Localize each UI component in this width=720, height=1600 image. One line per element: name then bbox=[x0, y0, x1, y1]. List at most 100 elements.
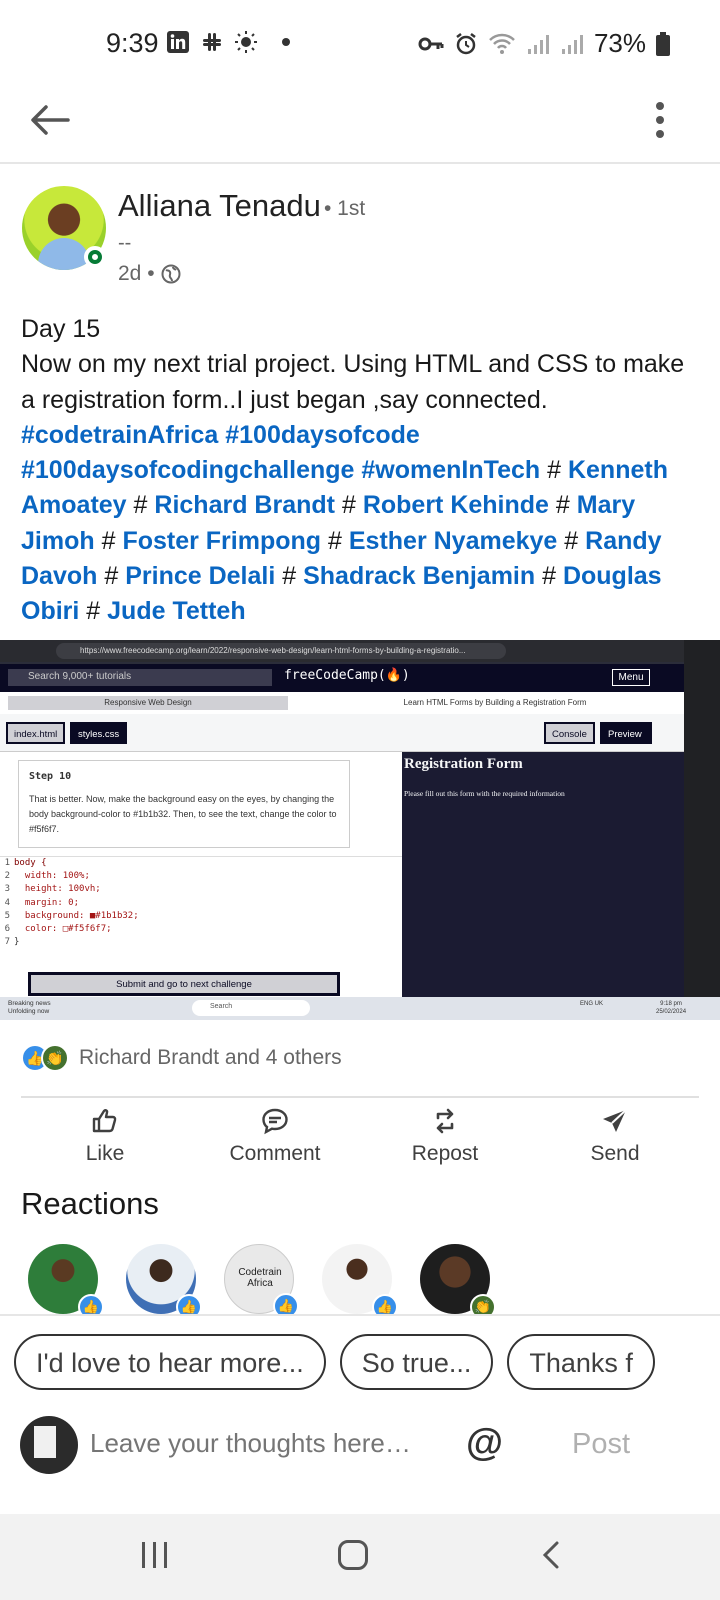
hash-symbol: # bbox=[564, 526, 579, 555]
post-body: Day 15 Now on my next trial project. Usi… bbox=[21, 312, 701, 630]
hash-symbol: # bbox=[555, 491, 570, 520]
step-text: That is better. Now, make the background… bbox=[29, 794, 337, 834]
taskbar-date: 25/02/2024 bbox=[656, 1009, 687, 1015]
mention-link[interactable]: Jude Tetteh bbox=[107, 597, 245, 625]
hash-symbol: # bbox=[542, 562, 556, 591]
post-tags: #codetrainAfrica #100daysofcode #100days… bbox=[21, 418, 701, 630]
hash-symbol: # bbox=[104, 562, 119, 591]
reactors-list: 👍 👍 Codetrain Africa 👍 👍 👏 bbox=[28, 1244, 496, 1320]
globe-icon bbox=[161, 264, 181, 284]
recent-apps-icon[interactable] bbox=[142, 1542, 167, 1568]
taskbar-time: 9:18 pm bbox=[660, 1001, 682, 1007]
submit-challenge-button: Submit and go to next challenge bbox=[28, 972, 340, 996]
fcc-preview-pane: Registration Form Please fill out this f… bbox=[402, 752, 684, 997]
reactor-avatar[interactable]: 👏 bbox=[420, 1244, 496, 1320]
app-bar bbox=[0, 88, 720, 164]
reactions-summary[interactable]: 👍 👏 Richard Brandt and 4 others bbox=[21, 1044, 342, 1072]
reactions-heading: Reactions bbox=[21, 1186, 159, 1221]
fcc-logo: freeCodeCamp(🔥) bbox=[284, 668, 410, 683]
more-options-icon[interactable] bbox=[648, 98, 672, 142]
taskbar-news-sub: Unfolding now bbox=[8, 1008, 50, 1015]
mention-at-icon[interactable]: @ bbox=[466, 1422, 503, 1465]
code-line: margin: 0; bbox=[14, 897, 80, 908]
fcc-search: Search 9,000+ tutorials bbox=[8, 669, 272, 686]
reactions-count-text[interactable]: Richard Brandt and 4 others bbox=[79, 1046, 342, 1070]
dot-icon bbox=[282, 38, 290, 46]
browser-url: https://www.freecodecamp.org/learn/2022/… bbox=[56, 643, 506, 659]
crumb-course: Responsive Web Design bbox=[8, 696, 288, 710]
reactor-avatar[interactable]: 👍 bbox=[126, 1244, 202, 1320]
console-button: Console bbox=[544, 722, 595, 744]
code-line: color: □#f5f6f7; bbox=[14, 924, 112, 935]
hash-symbol: # bbox=[101, 526, 116, 555]
author-headline: -- bbox=[118, 232, 132, 254]
mention-link[interactable]: Richard Brandt bbox=[154, 491, 335, 519]
suggestion-chip[interactable]: Thanks f bbox=[507, 1334, 655, 1390]
hash-symbol: # bbox=[547, 456, 562, 485]
author-avatar[interactable] bbox=[22, 186, 106, 270]
brightness-icon bbox=[235, 31, 257, 53]
post-meta: 2d • bbox=[118, 262, 181, 286]
like-label: Like bbox=[85, 1142, 125, 1165]
tab-styles-css: styles.css bbox=[70, 722, 128, 744]
browser-bar: https://www.freecodecamp.org/learn/2022/… bbox=[0, 640, 720, 662]
battery-icon bbox=[656, 31, 670, 56]
hashtag-link[interactable]: #100daysofcodingchallenge bbox=[21, 456, 354, 484]
fcc-left-pane: Step 10 That is better. Now, make the ba… bbox=[0, 752, 402, 997]
author-name[interactable]: Alliana Tenadu bbox=[118, 188, 321, 224]
taskbar-datetime: 9:18 pm 25/02/2024 bbox=[656, 1000, 686, 1016]
repost-button[interactable]: Repost bbox=[370, 1100, 520, 1180]
send-icon bbox=[603, 1109, 627, 1132]
wifi-icon bbox=[489, 33, 515, 54]
send-button[interactable]: Send bbox=[540, 1100, 690, 1180]
post-line-day: Day 15 bbox=[21, 315, 101, 343]
preview-text: Please fill out this form with the requi… bbox=[404, 789, 565, 798]
mention-link[interactable]: Esther Nyamekye bbox=[349, 527, 557, 555]
hashtag-link[interactable]: #womenInTech bbox=[361, 456, 540, 484]
suggestion-chip[interactable]: So true... bbox=[339, 1334, 494, 1390]
repost-icon bbox=[436, 1108, 454, 1134]
hashtag-link[interactable]: #codetrainAfrica bbox=[21, 421, 218, 449]
windows-taskbar: Breaking news Unfolding now Search ENG U… bbox=[0, 997, 720, 1020]
comment-button[interactable]: Comment bbox=[200, 1100, 350, 1180]
system-nav-bar bbox=[0, 1514, 720, 1600]
back-arrow-icon[interactable] bbox=[28, 98, 72, 142]
mention-link[interactable]: Prince Delali bbox=[125, 562, 275, 590]
fcc-menu: Menu bbox=[612, 669, 650, 686]
reactor-avatar[interactable]: 👍 bbox=[322, 1244, 398, 1320]
current-user-avatar bbox=[20, 1416, 78, 1474]
post-image[interactable]: https://www.freecodecamp.org/learn/2022/… bbox=[0, 640, 720, 1020]
system-back-icon[interactable] bbox=[540, 1540, 562, 1570]
home-icon[interactable] bbox=[338, 1540, 368, 1570]
hash-symbol: # bbox=[133, 491, 148, 520]
mention-link[interactable]: Shadrack Benjamin bbox=[303, 562, 535, 590]
taskbar-clock: ENG UK bbox=[580, 1000, 603, 1008]
code-line: height: 100vh; bbox=[14, 884, 101, 895]
like-button[interactable]: Like bbox=[30, 1100, 180, 1180]
mention-link[interactable]: Foster Frimpong bbox=[122, 527, 321, 555]
hash-symbol: # bbox=[328, 526, 342, 555]
suggestion-chip[interactable]: I'd love to hear more... bbox=[14, 1334, 326, 1390]
comment-label: Comment bbox=[229, 1142, 321, 1165]
taskbar-news: Breaking news Unfolding now bbox=[8, 1000, 51, 1016]
signal-icon bbox=[527, 34, 549, 54]
code-line: body { bbox=[14, 858, 47, 868]
tab-index-html: index.html bbox=[6, 722, 66, 744]
chips-fade bbox=[660, 1330, 720, 1392]
reactor-org-label: Codetrain Africa bbox=[238, 1267, 282, 1289]
repost-label: Repost bbox=[411, 1142, 479, 1165]
hashtag-link[interactable]: #100daysofcode bbox=[225, 421, 420, 449]
battery-percent: 73% bbox=[593, 28, 646, 58]
mention-link[interactable]: Robert Kehinde bbox=[363, 491, 549, 519]
reactor-avatar[interactable]: Codetrain Africa 👍 bbox=[224, 1244, 299, 1319]
reactor-avatar[interactable]: 👍 bbox=[28, 1244, 104, 1320]
browser-side-rail bbox=[684, 640, 720, 997]
comment-input[interactable] bbox=[90, 1428, 420, 1459]
divider bbox=[21, 1096, 699, 1098]
code-editor: 1 body { 2 width: 100%; 3 height: 100vh; … bbox=[0, 856, 402, 952]
preview-button: Preview bbox=[600, 722, 652, 744]
taskbar-search: Search bbox=[192, 1000, 310, 1016]
post-comment-button[interactable]: Post bbox=[572, 1428, 630, 1461]
hash-symbol: # bbox=[86, 597, 101, 626]
preview-title: Registration Form bbox=[404, 756, 523, 772]
